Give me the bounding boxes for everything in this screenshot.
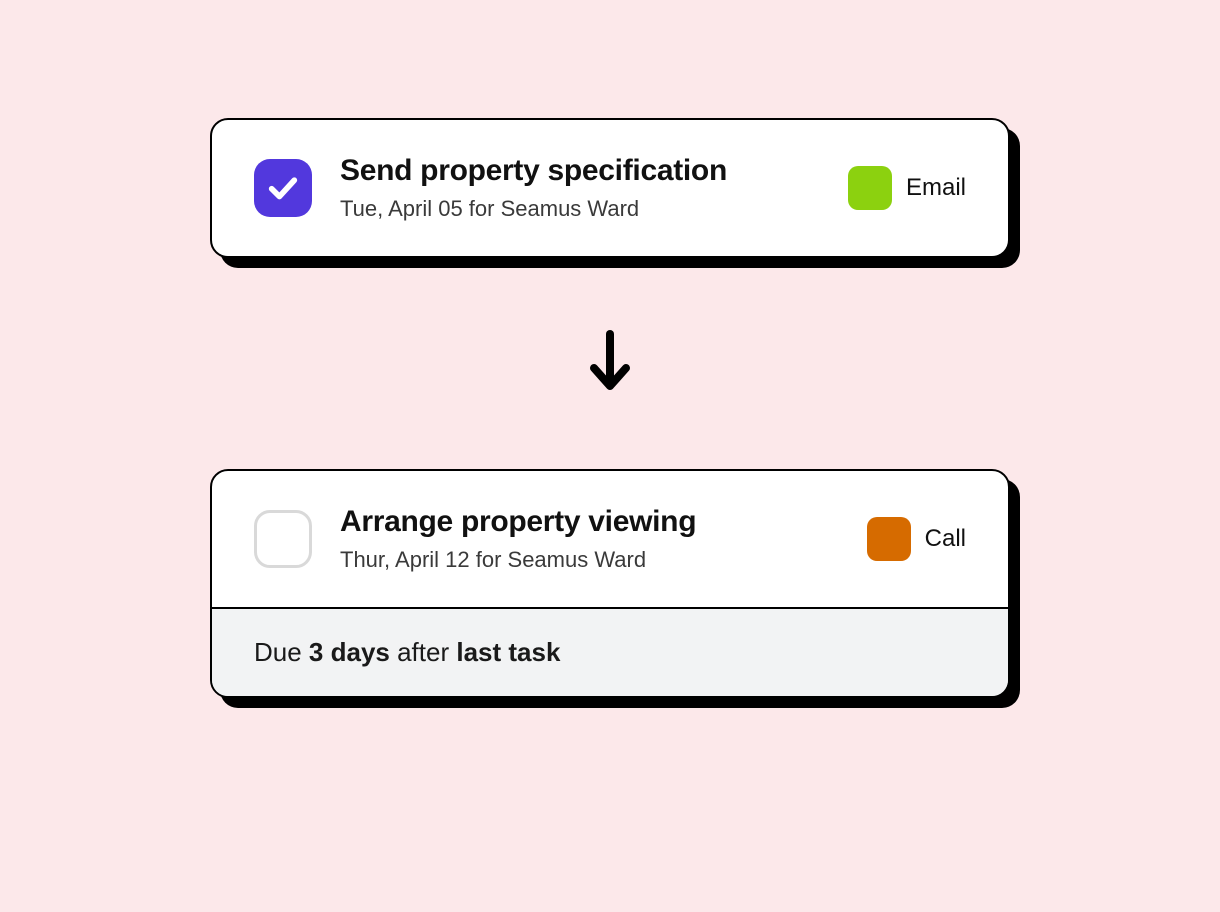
tag-label: Email	[906, 174, 966, 202]
rule-prefix: Due	[254, 637, 309, 667]
task-text: Arrange property viewing Thur, April 12 …	[340, 505, 847, 573]
task-card: Send property specification Tue, April 0…	[210, 118, 1010, 258]
tag-swatch	[848, 166, 892, 210]
task-tag: Email	[848, 166, 966, 210]
rule-mid: after	[390, 637, 456, 667]
arrow-down-icon	[586, 330, 634, 397]
rule-target: last task	[456, 637, 560, 667]
task-tag: Call	[867, 517, 966, 561]
tag-swatch	[867, 517, 911, 561]
task-subtitle: Tue, April 05 for Seamus Ward	[340, 196, 828, 222]
task-title: Arrange property viewing	[340, 505, 847, 539]
rule-duration: 3 days	[309, 637, 390, 667]
schedule-rule: Due 3 days after last task	[212, 607, 1008, 696]
task-checkbox-checked[interactable]	[254, 159, 312, 217]
task-subtitle: Thur, April 12 for Seamus Ward	[340, 547, 847, 573]
task-title: Send property specification	[340, 154, 828, 188]
task-text: Send property specification Tue, April 0…	[340, 154, 828, 222]
check-icon	[266, 171, 300, 205]
tag-label: Call	[925, 525, 966, 553]
task-card-body: Arrange property viewing Thur, April 12 …	[212, 471, 1008, 607]
task-card: Arrange property viewing Thur, April 12 …	[210, 469, 1010, 698]
task-checkbox-unchecked[interactable]	[254, 510, 312, 568]
task-card-body: Send property specification Tue, April 0…	[212, 120, 1008, 256]
